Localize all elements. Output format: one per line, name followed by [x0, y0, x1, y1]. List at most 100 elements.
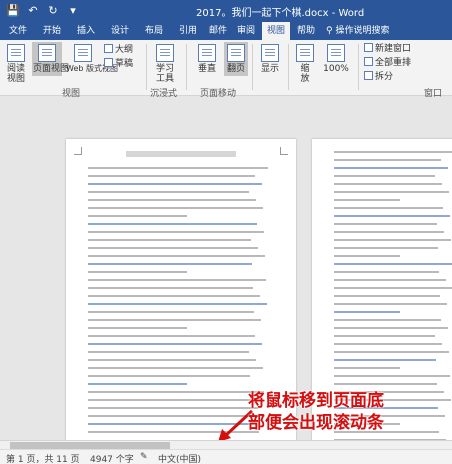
text-line	[88, 239, 251, 241]
text-line	[334, 287, 452, 289]
margin-mark	[74, 147, 82, 155]
text-line	[334, 335, 435, 337]
new-window-button[interactable]: 新建窗口	[364, 43, 411, 56]
tab-layout[interactable]: 布局	[140, 22, 168, 40]
web-layout-button[interactable]: Web 版式视图	[66, 44, 118, 74]
text-line	[88, 183, 262, 185]
tab-design[interactable]: 设计	[106, 22, 134, 40]
tab-insert[interactable]: 插入	[72, 22, 100, 40]
arrange-all-button[interactable]: 全部重排	[364, 57, 411, 70]
save-icon[interactable]: 💾	[6, 4, 20, 18]
text-line	[334, 175, 435, 177]
text-line	[334, 207, 443, 209]
draft-icon	[104, 58, 113, 67]
text-line	[88, 263, 252, 265]
text-line	[88, 191, 249, 193]
text-line	[334, 303, 447, 305]
text-line	[334, 223, 437, 225]
title-bar: 💾 ↶ ↻ ▾ 2017。我们一起下个棋.docx - Word	[0, 0, 452, 22]
document-area[interactable]	[0, 97, 452, 440]
text-line	[334, 327, 448, 329]
zoom-button[interactable]: 缩 放	[294, 44, 316, 84]
text-line	[334, 295, 440, 297]
text-line	[88, 351, 249, 353]
text-line	[334, 351, 449, 353]
text-line	[334, 375, 450, 377]
scrollbar-thumb[interactable]	[10, 442, 170, 449]
tab-home[interactable]: 开始	[38, 22, 66, 40]
text-line	[334, 319, 441, 321]
text-line	[88, 399, 251, 401]
redo-icon[interactable]: ↻	[46, 4, 60, 18]
text-line	[334, 383, 437, 385]
zoom-icon	[296, 44, 314, 62]
text-line	[334, 279, 446, 281]
text-line	[88, 375, 250, 377]
learning-tools-icon	[156, 44, 174, 62]
tab-help[interactable]: 帮助	[292, 22, 320, 40]
text-line	[334, 343, 442, 345]
customize-qa-icon[interactable]: ▾	[66, 4, 80, 18]
web-layout-icon	[74, 44, 92, 62]
print-layout-icon	[38, 44, 56, 62]
text-line	[88, 231, 264, 233]
tab-mailings[interactable]: 邮件	[204, 22, 232, 40]
split-button[interactable]: 拆分	[364, 71, 393, 84]
tab-references[interactable]: 引用	[174, 22, 202, 40]
language[interactable]: 中文(中国)	[158, 452, 201, 464]
tab-review[interactable]: 审阅	[232, 22, 260, 40]
text-line	[88, 343, 262, 345]
show-icon	[261, 44, 279, 62]
text-line	[334, 167, 448, 169]
page-count[interactable]: 第 1 页，共 11 页	[6, 452, 80, 464]
word-count[interactable]: 4947 个字	[90, 452, 134, 464]
tab-view[interactable]: 视图	[262, 22, 290, 40]
text-line	[88, 215, 187, 217]
arrange-all-icon	[364, 57, 373, 66]
text-line	[334, 271, 439, 273]
text-line	[334, 191, 449, 193]
tab-file[interactable]: 文件	[4, 22, 32, 40]
horizontal-scrollbar[interactable]	[0, 441, 452, 450]
text-line	[88, 287, 253, 289]
side-to-side-button[interactable]: 翻页	[224, 42, 248, 76]
outline-icon	[104, 44, 113, 53]
ribbon-tabs: 文件 开始 插入 设计 布局 引用 邮件 审阅 视图 帮助 ⚲ 操作说明搜索	[0, 22, 452, 40]
draft-button[interactable]: 草稿	[104, 58, 133, 71]
text-line	[334, 311, 400, 313]
text-line	[334, 263, 452, 265]
text-line	[334, 231, 444, 233]
vertical-button[interactable]: 垂直	[196, 44, 218, 74]
text-line	[334, 247, 438, 249]
learning-tools-button[interactable]: 学习 工具	[152, 44, 178, 84]
vertical-icon	[198, 44, 216, 62]
text-line	[88, 255, 265, 257]
text-line	[334, 199, 400, 201]
group-separator	[146, 44, 147, 90]
text-line	[334, 183, 442, 185]
zoom-100-button[interactable]: 100%	[322, 44, 350, 74]
text-line	[334, 159, 441, 161]
show-button[interactable]: 显示	[258, 44, 282, 74]
text-line	[334, 215, 450, 217]
ribbon-view: 阅读 视图 页面视图 Web 版式视图 大纲 草稿 视图 学习 工具 沉浸式 垂…	[0, 40, 452, 99]
text-line	[334, 255, 400, 257]
new-window-icon	[364, 43, 373, 52]
text-line	[88, 247, 258, 249]
tell-me-search[interactable]: ⚲ 操作说明搜索	[326, 22, 389, 40]
text-line	[88, 207, 263, 209]
text-line	[88, 359, 256, 361]
proofing-icon[interactable]: ✎	[140, 452, 148, 462]
print-layout-button[interactable]: 页面视图	[32, 42, 69, 76]
text-line	[88, 167, 268, 169]
zoom-100-icon	[327, 44, 345, 62]
outline-button[interactable]: 大纲	[104, 44, 133, 57]
page-title-blur	[126, 151, 236, 157]
read-mode-button[interactable]: 阅读 视图	[4, 44, 28, 84]
text-line	[88, 327, 187, 329]
text-line	[88, 335, 255, 337]
status-bar: 第 1 页，共 11 页 4947 个字 ✎ 中文(中国)	[0, 440, 452, 464]
undo-icon[interactable]: ↶	[26, 4, 40, 18]
text-line	[88, 295, 260, 297]
text-line	[88, 175, 255, 177]
